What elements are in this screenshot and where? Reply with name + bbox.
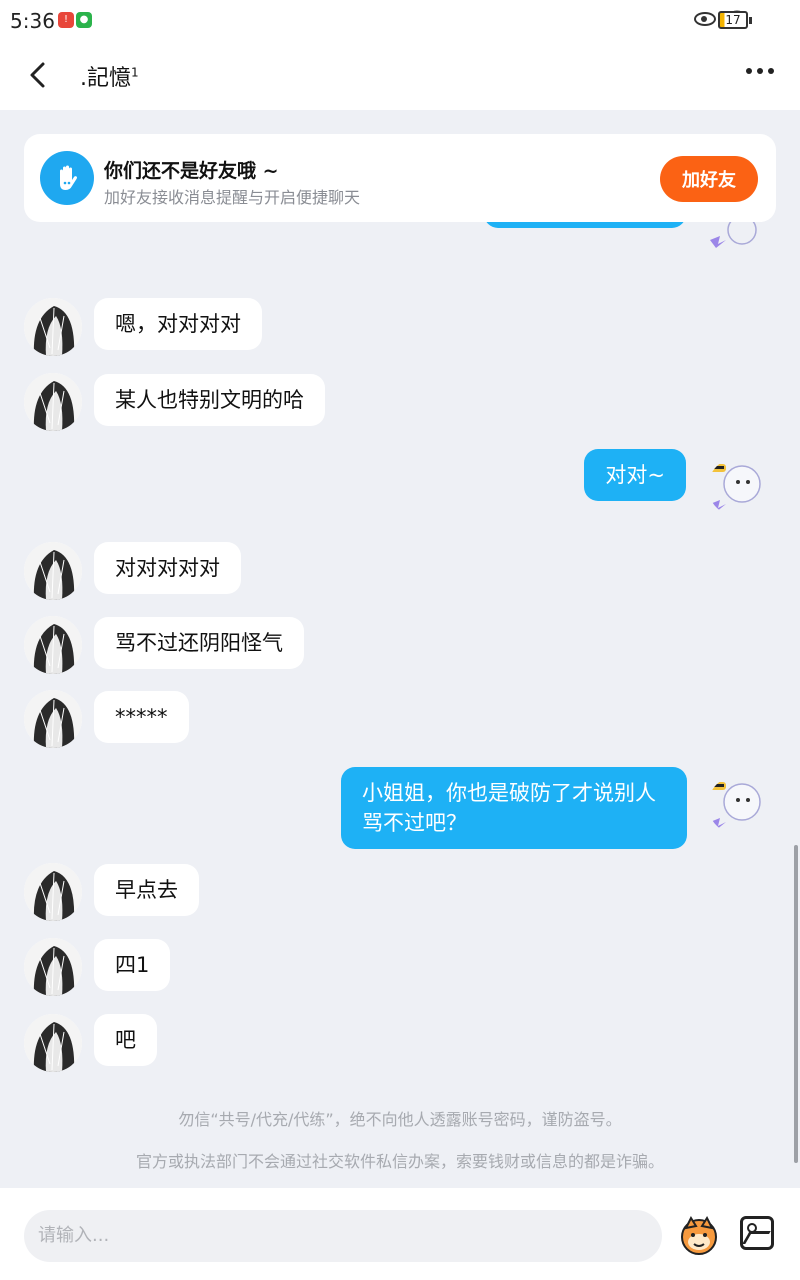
message-bubble-incoming[interactable]: 某人也特别文明的哈 — [94, 374, 325, 426]
back-arrow-icon — [30, 62, 45, 88]
emoji-icon[interactable] — [678, 1214, 720, 1256]
status-time: 5:36 — [10, 9, 55, 33]
message-bubble-incoming[interactable]: ***** — [94, 691, 189, 743]
chat-title: .記憶 — [80, 66, 131, 91]
input-bar: 请输入... — [0, 1188, 800, 1280]
contact-avatar[interactable] — [24, 542, 82, 600]
page-title: .記憶1 — [80, 60, 139, 92]
security-warning: 勿信“共号/代充/代练”，绝不向他人透露账号密码，谨防盗号。 — [178, 1110, 622, 1129]
message-bubble-incoming[interactable]: 早点去 — [94, 864, 199, 916]
partial-message-bubble — [484, 222, 686, 228]
add-friend-banner: 你们还不是好友哦 ~ 加好友接收消息提醒与开启便捷聊天 加好友 — [24, 134, 776, 222]
my-avatar[interactable] — [708, 776, 766, 834]
title-superscript: 1 — [131, 65, 139, 80]
my-avatar[interactable] — [708, 458, 766, 516]
battery-level: 17 — [725, 13, 741, 27]
contact-avatar[interactable] — [24, 863, 82, 921]
battery-icon: 17 — [718, 11, 752, 29]
message-bubble-outgoing[interactable]: 对对~ — [584, 449, 686, 501]
more-dots-icon[interactable] — [746, 68, 774, 74]
message-bubble-incoming[interactable]: 嗯，对对对对 — [94, 298, 262, 350]
message-bubble-outgoing[interactable]: 小姐姐，你也是破防了才说别人骂不过吧？ — [341, 767, 687, 849]
contact-avatar[interactable] — [24, 1014, 82, 1072]
my-avatar[interactable] — [708, 222, 766, 270]
contact-avatar[interactable] — [24, 938, 82, 996]
banner-title: 你们还不是好友哦 ~ — [104, 160, 279, 182]
add-friend-button[interactable]: 加好友 — [660, 156, 758, 202]
message-bubble-incoming[interactable]: 骂不过还阴阳怪气 — [94, 617, 304, 669]
image-icon[interactable] — [740, 1216, 774, 1250]
contact-avatar[interactable] — [24, 373, 82, 431]
message-bubble-incoming[interactable]: 吧 — [94, 1014, 157, 1066]
scrollbar[interactable] — [794, 845, 798, 1163]
contact-avatar[interactable] — [24, 298, 82, 356]
contact-avatar[interactable] — [24, 690, 82, 748]
message-bubble-incoming[interactable]: 四1 — [94, 939, 171, 991]
wechat-icon: ● — [76, 12, 92, 28]
chat-header: .記憶1 — [0, 40, 800, 110]
message-bubble-incoming[interactable]: 对对对对对 — [94, 542, 241, 594]
contact-avatar[interactable] — [24, 616, 82, 674]
fraud-warning: 官方或执法部门不会通过社交软件私信办案，索要钱财或信息的都是诈骗。 — [135, 1152, 664, 1171]
message-input[interactable]: 请输入... — [24, 1210, 662, 1262]
banner-subtitle: 加好友接收消息提醒与开启便捷聊天 — [104, 188, 361, 207]
status-bar: 5:36 ! ● 17 — [0, 0, 800, 40]
hand-icon — [40, 151, 94, 205]
back-button[interactable] — [22, 58, 56, 92]
eye-icon — [694, 12, 716, 26]
notification-red-icon: ! — [58, 12, 74, 28]
chat-messages[interactable]: 嗯，对对对对 某人也特别文明的哈 对对~ 对对对对对 骂不过还阴阳怪气 ****… — [0, 222, 800, 1188]
